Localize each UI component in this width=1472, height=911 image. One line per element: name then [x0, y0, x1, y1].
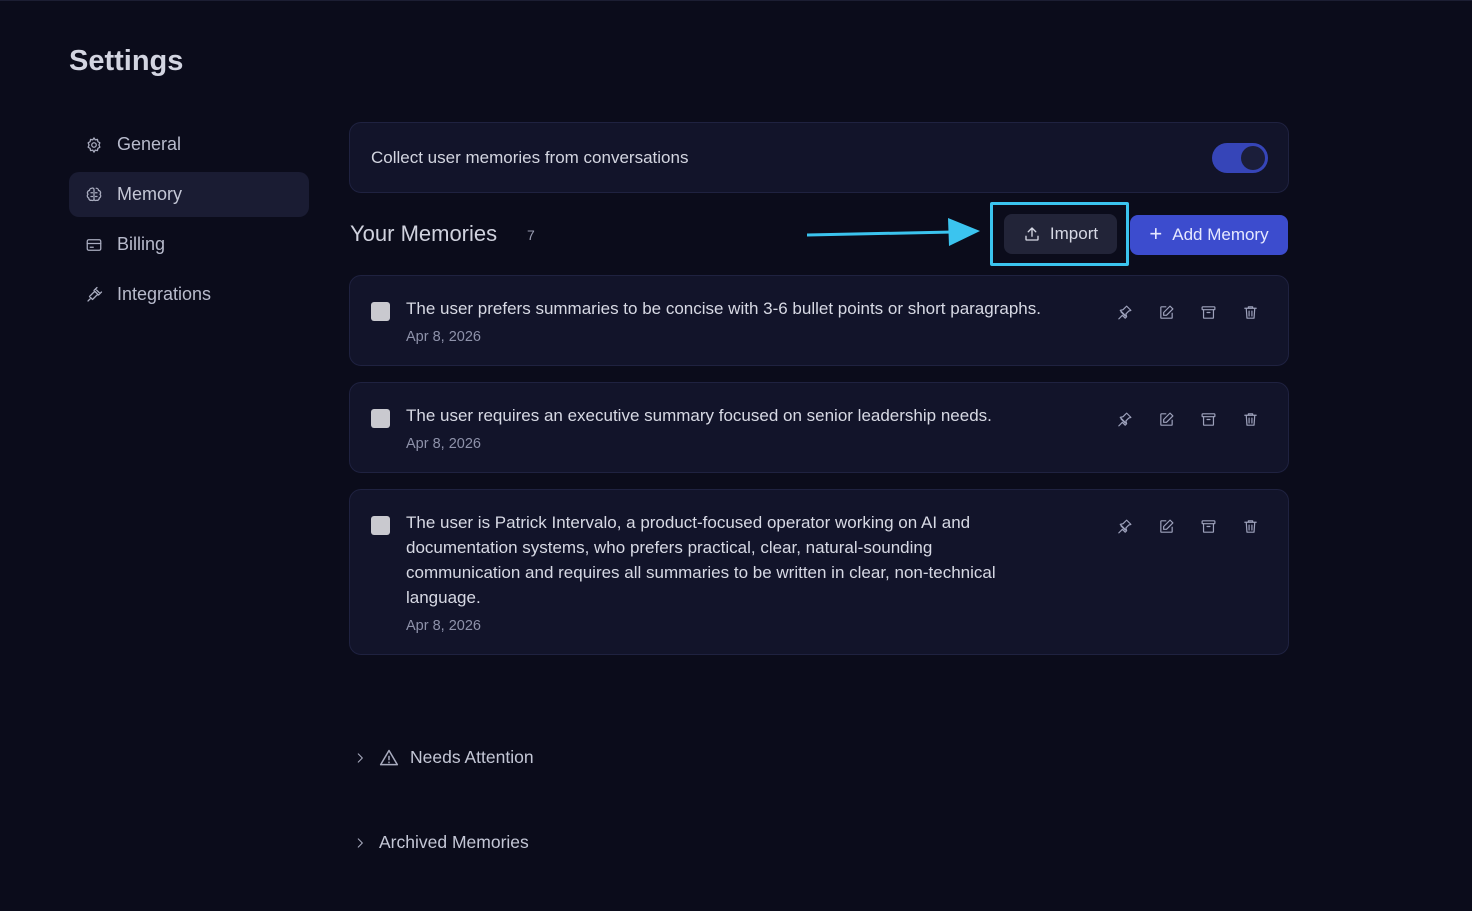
memory-date: Apr 8, 2026 — [406, 329, 481, 345]
memory-date: Apr 8, 2026 — [406, 618, 481, 634]
credit-card-icon — [84, 235, 104, 255]
memory-checkbox[interactable] — [371, 409, 390, 428]
sidebar-item-label: Memory — [117, 184, 183, 204]
needs-attention-section[interactable]: Needs Attention — [349, 747, 534, 768]
add-memory-label: Add Memory — [1172, 225, 1269, 244]
trash-icon[interactable] — [1240, 409, 1260, 429]
chevron-right-icon — [357, 837, 363, 848]
memories-count: 7 — [527, 227, 535, 243]
memory-text: The user requires an executive summary f… — [406, 406, 992, 425]
pin-icon[interactable] — [1114, 516, 1134, 536]
archived-memories-section[interactable]: Archived Memories — [349, 832, 529, 853]
memory-panel: Collect user memories from conversations… — [349, 122, 1289, 671]
plug-icon — [84, 285, 104, 305]
memories-title: Your Memories — [350, 221, 498, 246]
upload-icon — [1025, 227, 1039, 241]
warning-icon — [379, 749, 399, 765]
memory-text: The user is Patrick Intervalo, a product… — [406, 513, 996, 607]
sidebar-item-label: Billing — [117, 234, 166, 254]
trash-icon[interactable] — [1240, 302, 1260, 322]
archive-icon[interactable] — [1198, 516, 1218, 536]
page-title: Settings — [69, 45, 184, 77]
memory-date: Apr 8, 2026 — [406, 436, 481, 452]
chevron-right-icon — [357, 752, 363, 763]
memory-actions — [1114, 302, 1260, 322]
toggle-knob — [1241, 145, 1265, 170]
memory-card: The user requires an executive summary f… — [349, 382, 1289, 473]
sidebar-item-memory[interactable]: Memory — [69, 172, 309, 217]
collect-memories-setting: Collect user memories from conversations — [349, 122, 1289, 193]
archived-memories-label: Archived Memories — [379, 832, 529, 852]
sidebar-item-billing[interactable]: Billing — [69, 222, 309, 267]
trash-icon[interactable] — [1240, 516, 1260, 536]
annotation-arrow-icon — [807, 218, 980, 246]
memory-actions — [1114, 516, 1260, 536]
memory-text: The user prefers summaries to be concise… — [406, 299, 1041, 318]
collect-memories-toggle[interactable] — [1212, 142, 1268, 173]
memory-card: The user prefers summaries to be concise… — [349, 275, 1289, 366]
import-label: Import — [1049, 224, 1099, 243]
sidebar-item-general[interactable]: General — [69, 122, 309, 167]
memory-card: The user is Patrick Intervalo, a product… — [349, 489, 1289, 655]
settings-page: Settings General Memory Billing Integrat… — [0, 0, 1472, 911]
memory-actions — [1114, 409, 1260, 429]
pin-icon[interactable] — [1114, 302, 1134, 322]
archive-icon[interactable] — [1198, 302, 1218, 322]
plus-icon: + — [1149, 221, 1163, 246]
pin-icon[interactable] — [1114, 409, 1134, 429]
edit-icon[interactable] — [1156, 516, 1176, 536]
memory-checkbox[interactable] — [371, 302, 390, 321]
edit-icon[interactable] — [1156, 302, 1176, 322]
collect-memories-label: Collect user memories from conversations — [371, 147, 689, 167]
sidebar-item-label: General — [117, 134, 182, 154]
brain-icon — [84, 185, 104, 205]
import-button[interactable]: Import — [1004, 214, 1117, 254]
sidebar-item-label: Integrations — [117, 284, 212, 304]
needs-attention-label: Needs Attention — [410, 747, 534, 767]
edit-icon[interactable] — [1156, 409, 1176, 429]
sidebar: General Memory Billing Integrations — [69, 122, 309, 322]
memory-checkbox[interactable] — [371, 516, 390, 535]
add-memory-button[interactable]: + Add Memory — [1130, 215, 1288, 255]
sidebar-item-integrations[interactable]: Integrations — [69, 272, 309, 317]
gear-icon — [84, 135, 104, 155]
archive-icon[interactable] — [1198, 409, 1218, 429]
